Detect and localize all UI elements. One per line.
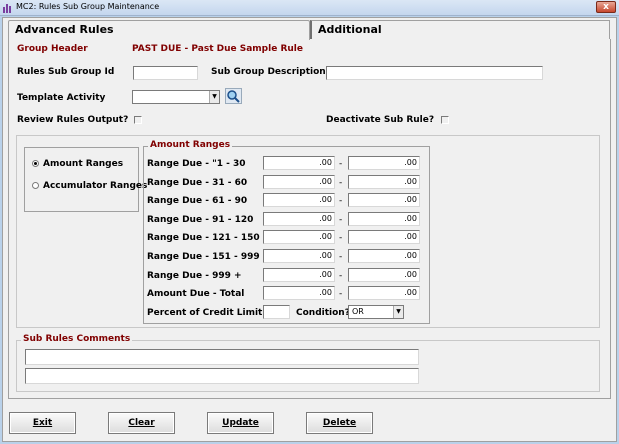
- percent-credit-limit-input[interactable]: [263, 305, 290, 319]
- range-row-label: Range Due - 151 - 999: [147, 252, 260, 262]
- search-icon: [227, 90, 240, 103]
- range-to-input[interactable]: .00: [348, 249, 420, 263]
- group-header-label: Group Header: [17, 44, 88, 54]
- range-from-input[interactable]: .00: [263, 156, 335, 170]
- range-row-label: Amount Due - Total: [147, 289, 245, 300]
- range-to-input[interactable]: .00: [348, 286, 420, 301]
- range-row-label: Range Due - 91 - 120: [147, 214, 254, 225]
- exit-button[interactable]: Exit: [9, 412, 76, 434]
- template-activity-select[interactable]: ▼: [132, 90, 220, 104]
- range-from-input[interactable]: .00: [263, 174, 335, 189]
- range-from-input[interactable]: .00: [263, 211, 335, 226]
- range-row-label: Range Due - 31 - 60: [147, 177, 248, 188]
- mode-radio-group: [24, 147, 139, 212]
- template-activity-label: Template Activity: [17, 93, 106, 103]
- accumulator-ranges-radio-label[interactable]: Accumulator Ranges: [43, 181, 147, 191]
- amount-ranges-title: Amount Ranges: [148, 140, 233, 150]
- range-to-input[interactable]: .00: [348, 193, 420, 208]
- chevron-down-icon[interactable]: ▼: [209, 91, 219, 103]
- title-bar: MC2: Rules Sub Group Maintenance x: [0, 0, 619, 16]
- chevron-down-icon[interactable]: ▼: [393, 306, 403, 318]
- range-row-label: Range Due - 121 - 150: [147, 233, 260, 244]
- update-button[interactable]: Update: [207, 412, 274, 434]
- range-to-input[interactable]: .00: [348, 267, 420, 282]
- accumulator-ranges-radio[interactable]: [32, 182, 39, 189]
- range-row-label: Range Due - 999 +: [147, 270, 242, 281]
- condition-value: OR: [352, 307, 364, 316]
- group-header-value: PAST DUE - Past Due Sample Rule: [132, 44, 303, 54]
- tab-additional[interactable]: Additional: [310, 20, 610, 39]
- percent-credit-limit-label: Percent of Credit Limit: [147, 308, 263, 318]
- app-icon: [3, 4, 11, 13]
- range-from-input[interactable]: .00: [263, 267, 335, 282]
- rules-sub-group-id-label: Rules Sub Group Id: [17, 67, 115, 77]
- review-rules-output-checkbox[interactable]: [134, 116, 142, 124]
- sub-group-description-input[interactable]: [326, 66, 543, 80]
- comments-title: Sub Rules Comments: [21, 334, 133, 344]
- range-to-input[interactable]: .00: [348, 156, 420, 170]
- range-separator: -: [339, 252, 343, 262]
- condition-label: Condition?: [296, 308, 350, 318]
- range-separator: -: [339, 159, 343, 169]
- rules-sub-group-id-input[interactable]: [133, 66, 198, 80]
- range-to-input[interactable]: .00: [348, 230, 420, 245]
- window-title: MC2: Rules Sub Group Maintenance: [16, 2, 160, 11]
- tab-advanced-rules[interactable]: Advanced Rules: [8, 20, 310, 40]
- range-separator: -: [339, 214, 343, 225]
- amount-ranges-radio-label[interactable]: Amount Ranges: [43, 159, 123, 169]
- range-to-input[interactable]: .00: [348, 174, 420, 189]
- amount-ranges-radio[interactable]: [32, 160, 39, 167]
- delete-button[interactable]: Delete: [306, 412, 373, 434]
- range-separator: -: [339, 177, 343, 188]
- range-separator: -: [339, 233, 343, 244]
- range-from-input[interactable]: .00: [263, 249, 335, 263]
- clear-button[interactable]: Clear: [108, 412, 175, 434]
- range-to-input[interactable]: .00: [348, 211, 420, 226]
- deactivate-sub-rule-checkbox[interactable]: [441, 116, 449, 124]
- range-row-label: Range Due - 61 - 90: [147, 196, 248, 207]
- review-rules-output-label: Review Rules Output?: [17, 115, 129, 125]
- sub-group-description-label: Sub Group Description: [211, 67, 326, 77]
- range-from-input[interactable]: .00: [263, 193, 335, 208]
- range-row-label: Range Due - "1 - 30: [147, 159, 246, 169]
- range-separator: -: [339, 289, 343, 300]
- lookup-button[interactable]: [225, 88, 242, 104]
- condition-select[interactable]: OR ▼: [348, 305, 404, 319]
- comments-line-2-input[interactable]: [25, 368, 419, 384]
- close-button[interactable]: x: [596, 1, 616, 13]
- range-separator: -: [339, 270, 343, 281]
- range-from-input[interactable]: .00: [263, 230, 335, 245]
- comments-line-1-input[interactable]: [25, 349, 419, 365]
- range-separator: -: [339, 196, 343, 207]
- range-from-input[interactable]: .00: [263, 286, 335, 301]
- deactivate-sub-rule-label: Deactivate Sub Rule?: [326, 115, 435, 125]
- comments-group: [16, 340, 600, 392]
